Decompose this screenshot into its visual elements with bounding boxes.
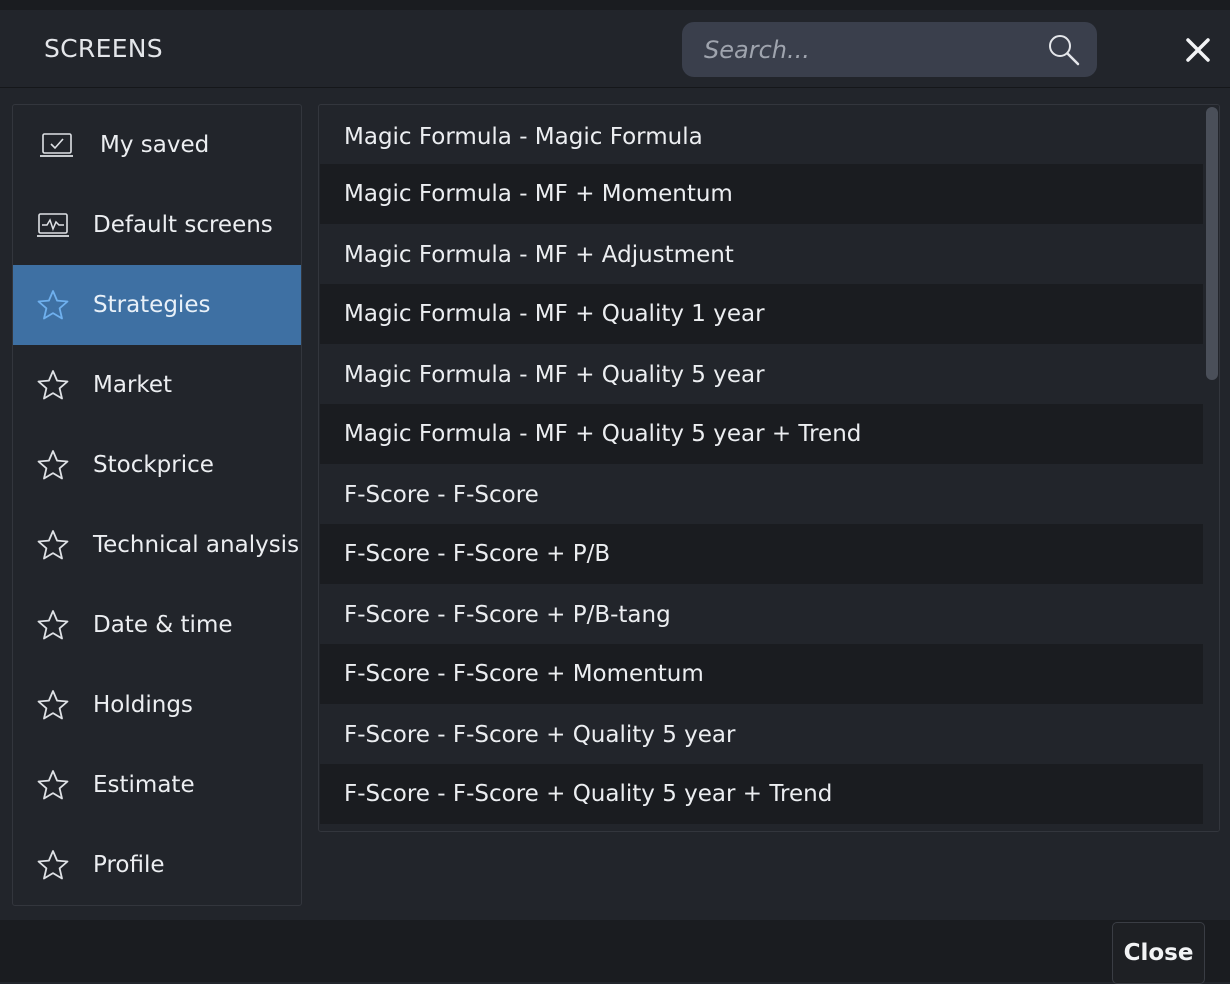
chart-monitor-icon (37, 213, 69, 237)
list-item-label: Magic Formula - MF + Momentum (344, 181, 733, 207)
sidebar-item-profile[interactable]: Profile (13, 825, 301, 905)
sidebar-item-label: Holdings (93, 692, 193, 718)
star-icon (37, 290, 69, 320)
list-item-label: Magic Formula - Magic Formula (344, 124, 703, 150)
list-item-label: F-Score - F-Score + Momentum (344, 661, 704, 687)
dialog-header: SCREENS (0, 10, 1230, 88)
close-icon[interactable] (1184, 36, 1212, 64)
sidebar-item-label: Date & time (93, 612, 233, 638)
list-item-label: Magic Formula - MF + Quality 5 year + Tr… (344, 421, 862, 447)
sidebar-item-estimate[interactable]: Estimate (13, 745, 301, 825)
list-item-label: F-Score - F-Score + Quality 5 year + Tre… (344, 781, 833, 807)
list-item[interactable]: F-Score - F-Score (320, 465, 1204, 525)
sidebar-item-technical-analysis[interactable]: Technical analysis (13, 505, 301, 585)
list-item[interactable]: F-Score - F-Score + Quality 5 year (320, 705, 1204, 765)
sidebar-item-label: Default screens (93, 212, 273, 238)
list-item[interactable]: F-Score - F-Score + Quality 5 year + Tre… (320, 764, 1204, 824)
star-icon (37, 850, 69, 880)
sidebar-item-label: Stockprice (93, 452, 214, 478)
star-icon (37, 450, 69, 480)
list-item-label: F-Score - F-Score + P/B-tang (344, 602, 671, 628)
dialog-footer: Close (0, 920, 1230, 984)
dialog-title: SCREENS (44, 34, 163, 63)
sidebar-item-label: Technical analysis (93, 532, 300, 558)
list-item[interactable]: F-Score - F-Score + Momentum (320, 644, 1204, 704)
list-item-label: F-Score - F-Score (344, 482, 539, 508)
laptop-check-icon (40, 133, 73, 157)
search-box[interactable] (682, 22, 1097, 77)
list-item[interactable]: Magic Formula - MF + Adjustment (320, 225, 1204, 285)
list-item[interactable]: Magic Formula - Magic Formula (320, 107, 1204, 167)
list-item-label: F-Score - F-Score + Quality 5 year (344, 722, 736, 748)
list-item-label: F-Score - F-Score + P/B (344, 541, 611, 567)
sidebar-item-market[interactable]: Market (13, 345, 301, 425)
sidebar-item-label: Strategies (93, 292, 211, 318)
list-item[interactable]: Magic Formula - MF + Quality 5 year (320, 345, 1204, 405)
star-icon (37, 770, 69, 800)
sidebar-item-label: Profile (93, 852, 165, 878)
search-icon[interactable] (1046, 32, 1082, 68)
sidebar-item-my-saved[interactable]: My saved (13, 105, 301, 185)
list-item[interactable]: F-Score - F-Score + P/B-tang (320, 585, 1204, 645)
scrollbar-thumb[interactable] (1206, 107, 1218, 380)
sidebar-item-label: My saved (100, 132, 210, 158)
sidebar-item-stockprice[interactable]: Stockprice (13, 425, 301, 505)
list-item[interactable]: F-Score - F-Score + P/B (320, 524, 1204, 584)
sidebar-item-label: Estimate (93, 772, 195, 798)
list-item[interactable]: Magic Formula - MF + Momentum (320, 164, 1204, 224)
list-item-label: Magic Formula - MF + Quality 5 year (344, 362, 765, 388)
star-icon (37, 530, 69, 560)
sidebar-item-default-screens[interactable]: Default screens (13, 185, 301, 265)
top-strip (0, 0, 1230, 10)
list-item[interactable]: Magic Formula - MF + Quality 1 year (320, 284, 1204, 344)
sidebar-item-strategies[interactable]: Strategies (13, 265, 301, 345)
star-icon (37, 610, 69, 640)
list-item-label: Magic Formula - MF + Quality 1 year (344, 301, 765, 327)
star-icon (37, 690, 69, 720)
sidebar-item-label: Market (93, 372, 173, 398)
sidebar-item-date-time[interactable]: Date & time (13, 585, 301, 665)
star-icon (37, 370, 69, 400)
search-input[interactable] (704, 22, 1034, 77)
category-sidebar: My saved Default screens Strategies Mark… (12, 104, 302, 906)
close-button[interactable]: Close (1112, 922, 1205, 984)
sidebar-item-holdings[interactable]: Holdings (13, 665, 301, 745)
list-item[interactable]: Magic Formula - MF + Quality 5 year + Tr… (320, 404, 1204, 464)
screen-list: Magic Formula - Magic Formula Magic Form… (318, 104, 1220, 832)
list-item-label: Magic Formula - MF + Adjustment (344, 242, 734, 268)
